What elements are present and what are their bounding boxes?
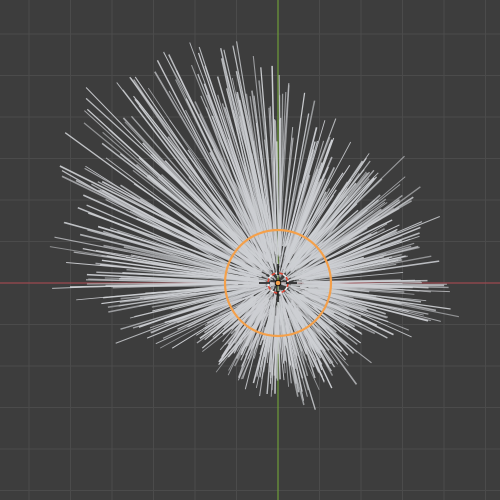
object-origin-icon	[274, 279, 282, 287]
viewport-canvas[interactable]	[0, 0, 500, 500]
hair-strands[interactable]	[49, 41, 460, 410]
hair-strand	[302, 283, 403, 285]
3d-viewport[interactable]	[0, 0, 500, 500]
